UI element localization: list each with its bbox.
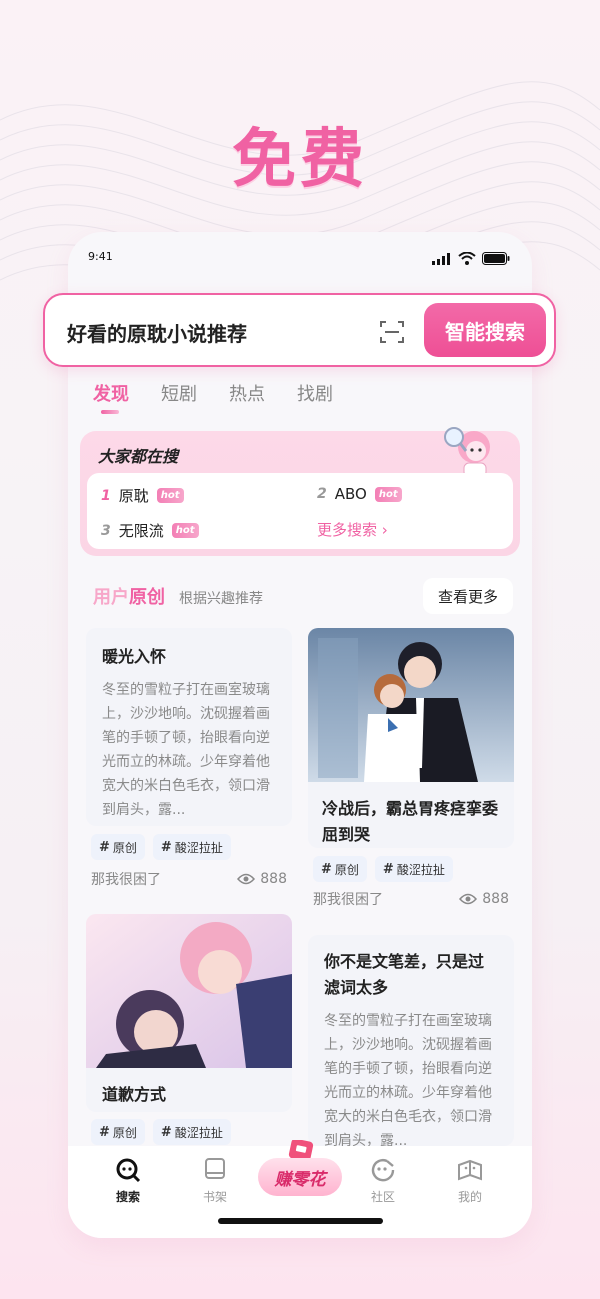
tab-find-drama[interactable]: 找剧 (297, 380, 333, 406)
card-tags: # 原创 # 酸涩拉扯 (313, 856, 453, 882)
section-subtitle: 根据兴趣推荐 (179, 591, 263, 607)
section-title: 用户原创 (93, 587, 165, 608)
hot-rank: 2 (317, 486, 327, 502)
battery-icon (482, 252, 510, 265)
tag-chip[interactable]: # 酸涩拉扯 (152, 834, 231, 860)
search-bar[interactable]: 好看的原耽小说推荐 智能搜索 (43, 293, 556, 367)
promo-headline: 免费 (232, 123, 368, 197)
card-views: 888 (459, 889, 509, 909)
tag-chip[interactable]: # 原创 (313, 856, 367, 882)
hot-rank: 3 (101, 522, 111, 539)
cover-illustration (86, 914, 292, 1068)
nav-community[interactable]: 社区 (353, 1156, 413, 1205)
story-card[interactable]: 冷战后，霸总胃疼痉挛委屈到哭 (308, 628, 514, 848)
card-title: 你不是文笔差，只是过滤词太多 (324, 952, 485, 997)
tab-active-indicator (101, 410, 119, 414)
smart-search-button[interactable]: 智能搜索 (424, 303, 546, 357)
hot-search-item[interactable]: 1 原耽 hot (101, 485, 184, 506)
hot-label: 无限流 (118, 522, 164, 540)
hot-search-list: 1 原耽 hot 2 ABO hot 3 无限流 hot 更多搜索 › (87, 473, 513, 549)
hot-search-item[interactable]: 3 无限流 hot (101, 520, 199, 541)
hot-badge: hot (171, 523, 199, 538)
card-title: 暖光入怀 (102, 647, 167, 666)
tag-chip[interactable]: # 酸涩拉扯 (374, 856, 453, 882)
wifi-icon (458, 252, 476, 265)
user-original-header: 用户原创 根据兴趣推荐 (93, 583, 263, 609)
hot-search-item[interactable]: 2 ABO hot (317, 485, 402, 503)
card-author[interactable]: 那我很困了 (91, 869, 161, 889)
status-bar: 9:41 (68, 232, 532, 276)
card-title: 道歉方式 (102, 1085, 167, 1104)
hot-label: 原耽 (118, 487, 149, 505)
hot-rank: 1 (101, 487, 111, 504)
tag-chip[interactable]: # 原创 (91, 834, 145, 860)
bottom-nav: 搜索 书架 赚零花 社区 我的 (68, 1140, 532, 1238)
card-meta: 那我很困了 888 (313, 889, 509, 909)
eye-icon (459, 893, 478, 905)
search-input[interactable]: 好看的原耽小说推荐 (67, 318, 247, 347)
hot-label: ABO (334, 485, 367, 503)
status-time: 9:41 (88, 250, 113, 263)
nav-earn[interactable]: 赚零花 (258, 1140, 342, 1200)
bookshelf-icon (205, 1158, 225, 1179)
tag-chip[interactable]: # 酸涩拉扯 (152, 1119, 231, 1145)
cover-illustration (308, 628, 514, 782)
tab-short-drama[interactable]: 短剧 (161, 380, 197, 406)
eye-icon (237, 873, 256, 885)
nav-bookshelf[interactable]: 书架 (185, 1156, 245, 1205)
card-meta: 那我很困了 888 (91, 869, 287, 889)
status-icons (432, 252, 510, 265)
signal-icon (432, 252, 450, 265)
mascot-magnifier-icon (444, 427, 490, 478)
story-card[interactable]: 道歉方式 (86, 914, 292, 1112)
top-tabs: 发现 短剧 热点 找剧 (93, 380, 333, 406)
hot-badge: hot (374, 486, 402, 502)
community-icon (371, 1159, 395, 1182)
hot-search-title: 大家都在搜 (98, 447, 179, 466)
card-tags: # 原创 # 酸涩拉扯 (91, 1119, 231, 1145)
card-views: 888 (237, 869, 287, 889)
tab-discover[interactable]: 发现 (93, 380, 129, 406)
card-tags: # 原创 # 酸涩拉扯 (91, 834, 231, 860)
card-excerpt: 冬至的雪粒子打在画室玻璃上，沙沙地响。沈砚握着画笔的手顿了顿，抬眼看向逆光而立的… (102, 682, 270, 818)
hot-search-panel: 大家都在搜 1 原耽 hot 2 ABO hot 3 无限流 hot 更多搜索 … (80, 427, 520, 556)
story-card[interactable]: 暖光入怀 冬至的雪粒子打在画室玻璃上，沙沙地响。沈砚握着画笔的手顿了顿，抬眼看向… (86, 628, 292, 826)
card-author[interactable]: 那我很困了 (313, 889, 383, 909)
tab-trending[interactable]: 热点 (229, 380, 265, 406)
home-indicator (218, 1218, 383, 1224)
search-icon (116, 1158, 141, 1183)
nav-search[interactable]: 搜索 (98, 1156, 158, 1205)
story-card[interactable]: 你不是文笔差，只是过滤词太多 冬至的雪粒子打在画室玻璃上，沙沙地响。沈砚握着画笔… (308, 935, 514, 1146)
scan-icon[interactable] (379, 319, 405, 345)
tag-chip[interactable]: # 原创 (91, 1119, 145, 1145)
hot-badge: hot (156, 488, 184, 503)
more-search-link[interactable]: 更多搜索 › (317, 519, 388, 540)
nav-profile[interactable]: 我的 (440, 1156, 500, 1205)
card-excerpt: 冬至的雪粒子打在画室玻璃上，沙沙地响。沈砚握着画笔的手顿了顿，抬眼看向逆光而立的… (324, 1013, 492, 1146)
card-title: 冷战后，霸总胃疼痉挛委屈到哭 (322, 799, 499, 844)
view-more-button[interactable]: 查看更多 (423, 578, 513, 614)
profile-icon (458, 1159, 482, 1181)
